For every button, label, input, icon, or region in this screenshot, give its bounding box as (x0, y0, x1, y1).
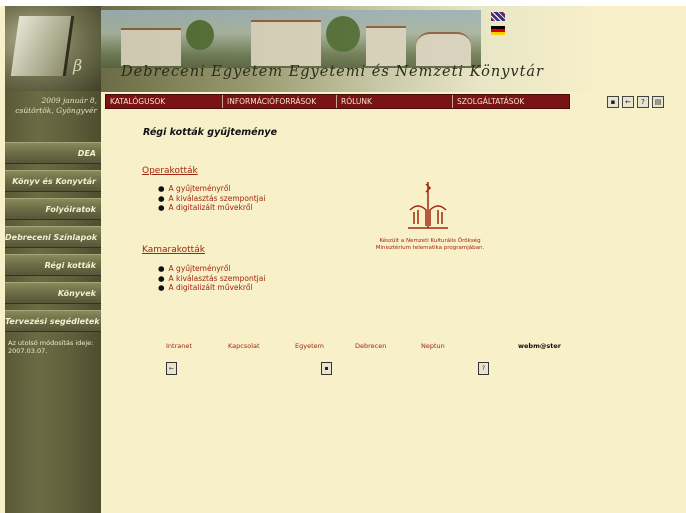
back-icon[interactable]: ← (622, 96, 634, 108)
header-banner: Debreceni Egyetem Egyetemi és Nemzeti Kö… (101, 6, 606, 92)
menu-item-katalogusok[interactable]: KATALÓGUSOK (106, 95, 223, 108)
back-icon[interactable]: ← (166, 362, 177, 375)
link-kivalasztas[interactable]: ● A kiválasztás szempontjai (158, 274, 265, 284)
uk-flag-icon[interactable] (491, 12, 505, 21)
menu-item-rolunk[interactable]: RÓLUNK (337, 95, 453, 108)
footer-link-egyetem[interactable]: Egyetem (295, 342, 324, 350)
sidebar-item-konyv-es-konyvtar[interactable]: Könyv és Konyvtár (5, 170, 101, 192)
webmaster-email[interactable]: webm@ster (518, 342, 561, 350)
lock-icon[interactable]: ▪ (607, 96, 619, 108)
info-icon[interactable]: ? (478, 362, 489, 375)
operakottak-links: ● A gyűjteményről ● A kiválasztás szempont… (158, 184, 265, 213)
campus-photos (101, 10, 481, 68)
help-icon[interactable]: ? (637, 96, 649, 108)
lock-icon[interactable]: ▪ (321, 362, 332, 375)
sidebar-item-folyoiratok[interactable]: Folyóiratok (5, 198, 101, 220)
book-icon (10, 16, 75, 76)
menu-item-informacioforrasok[interactable]: INFORMÁCIÓFORRÁSOK (223, 95, 337, 108)
language-flags (491, 12, 505, 40)
footer-link-intranet[interactable]: Intranet (166, 342, 192, 350)
building-photo (416, 32, 471, 66)
toolbar-icons: ▪ ← ? ▤ (607, 96, 664, 108)
tree (326, 16, 360, 52)
last-updated: Az utolsó módosítás ideje: 2007.03.07. (8, 339, 94, 355)
print-icon[interactable]: ▤ (652, 96, 664, 108)
footer-link-debrecen[interactable]: Debrecen (355, 342, 386, 350)
building-photo (366, 26, 406, 66)
section-kamarakottak[interactable]: Kamarakották (142, 245, 205, 255)
footer-link-kapcsolat[interactable]: Kapcsolat (228, 342, 260, 350)
link-digitalizalt[interactable]: ● A digitalizált művekről (158, 283, 265, 293)
page-title: Régi kották gyűjteménye (143, 127, 278, 138)
link-digitalizalt[interactable]: ● A digitalizált művekről (158, 203, 265, 213)
sidebar-item-debreceni-szinlapok[interactable]: Debreceni Színlapok (5, 226, 101, 248)
footer-link-neptun[interactable]: Neptun (421, 342, 445, 350)
sidebar-item-regi-kottak[interactable]: Régi kották (5, 254, 101, 276)
link-gyujtemeny[interactable]: ● A gyűjteményről (158, 264, 265, 274)
germany-flag-icon[interactable] (491, 26, 505, 35)
tree (186, 20, 214, 50)
library-logo: β (5, 6, 101, 91)
beta-logo-icon: β (73, 56, 83, 75)
top-menu: KATALÓGUSOK INFORMÁCIÓFORRÁSOK RÓLUNK SZ… (105, 94, 570, 109)
nkom-emblem-icon (408, 182, 448, 229)
sidebar-item-tervezesi-segedletek[interactable]: Tervezési segédletek (5, 310, 101, 332)
section-operakottak[interactable]: Operakották (142, 166, 198, 176)
sidebar-item-dea[interactable]: DEA (5, 142, 101, 164)
menu-item-szolgaltatasok[interactable]: SZOLGÁLTATÁSOK (453, 95, 569, 108)
sidebar: β 2009 január 8, csütörtök, Gyöngyvér DE… (5, 6, 101, 513)
credit-text: Készült a Nemzeti Kulturális Örökség Min… (375, 238, 485, 251)
link-gyujtemeny[interactable]: ● A gyűjteményről (158, 184, 265, 194)
kamarakottak-links: ● A gyűjteményről ● A kiválasztás szempont… (158, 264, 265, 293)
building-photo (251, 20, 321, 66)
site-title: Debreceni Egyetem Egyetemi és Nemzeti Kö… (121, 64, 544, 80)
building-photo (121, 28, 181, 66)
current-date: 2009 január 8, csütörtök, Gyöngyvér (15, 96, 97, 115)
sidebar-item-konyvek[interactable]: Könyvek (5, 282, 101, 304)
link-kivalasztas[interactable]: ● A kiválasztás szempontjai (158, 194, 265, 204)
